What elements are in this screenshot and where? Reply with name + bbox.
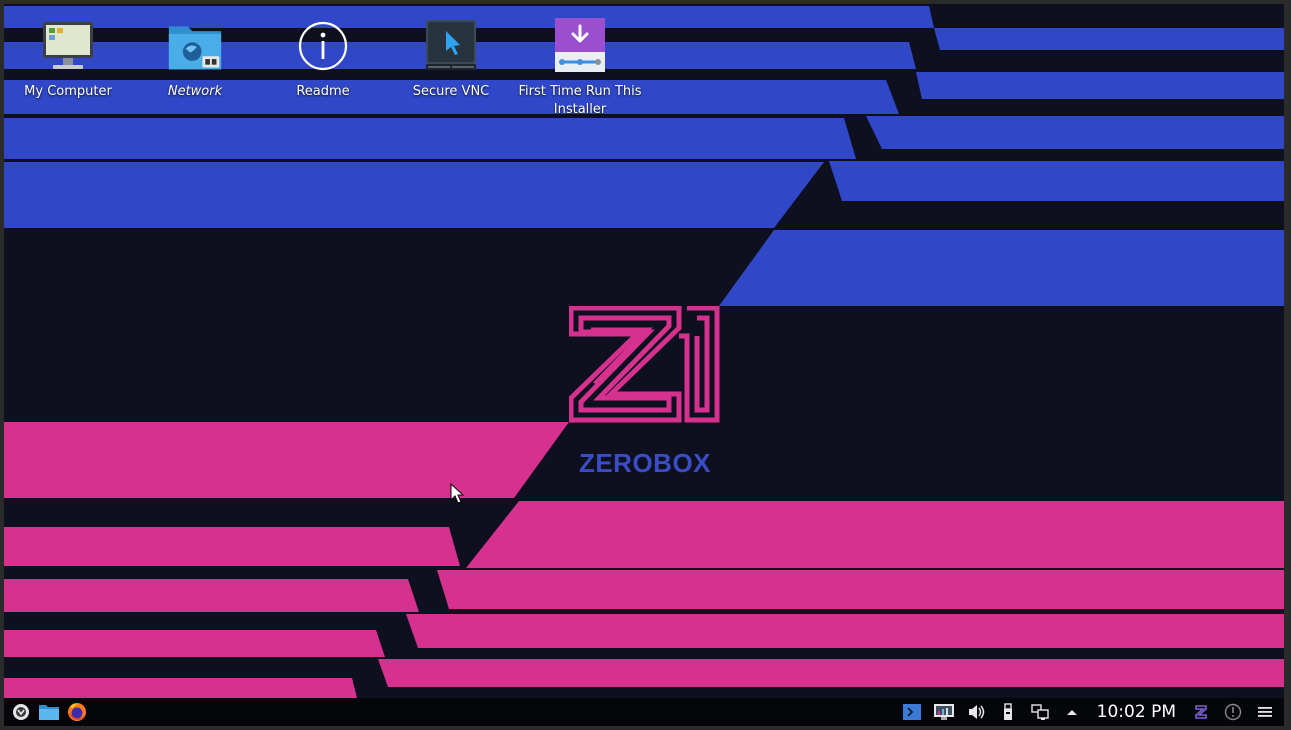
network-folder-icon xyxy=(167,18,223,74)
desktop-icon-label: Readme xyxy=(296,84,350,99)
network-icon[interactable] xyxy=(1029,701,1051,723)
desktop-icon-label: First Time Run This Installer xyxy=(518,84,642,117)
desktop-icon-label: Network xyxy=(167,84,223,99)
desktop-icon-label: My Computer xyxy=(24,84,112,99)
computer-icon xyxy=(40,18,96,74)
desktop-icon-installer[interactable]: First Time Run This Installer xyxy=(518,18,642,119)
firefox-icon[interactable] xyxy=(66,701,88,723)
zerobox-brand-text: ZEROBOX xyxy=(578,448,712,478)
terminal-icon[interactable] xyxy=(901,701,923,723)
desktop-icon-readme[interactable]: Readme xyxy=(261,18,385,101)
system-monitor-icon[interactable] xyxy=(933,701,955,723)
expand-tray-arrow-icon[interactable] xyxy=(1061,701,1083,723)
volume-icon[interactable] xyxy=(965,701,987,723)
desktop[interactable]: My Computer Network Readme Secure VNC Fi… xyxy=(4,4,1284,726)
notifications-icon[interactable] xyxy=(1222,701,1244,723)
menu-icon[interactable] xyxy=(1254,701,1276,723)
desktop-icon-secure-vnc[interactable]: Secure VNC xyxy=(389,18,513,101)
usb-device-icon[interactable] xyxy=(997,701,1019,723)
desktop-icon-label: Secure VNC xyxy=(412,84,490,99)
file-manager-icon[interactable] xyxy=(38,701,60,723)
desktop-icon-network[interactable]: Network xyxy=(133,18,257,101)
zerobox-icon[interactable] xyxy=(1190,701,1212,723)
application-launcher-icon[interactable] xyxy=(10,701,32,723)
clock[interactable]: 10:02 PM xyxy=(1097,702,1176,722)
vnc-icon xyxy=(423,18,479,74)
info-icon xyxy=(295,18,351,74)
installer-icon xyxy=(552,18,608,74)
mouse-cursor-icon xyxy=(450,483,464,504)
desktop-icon-my-computer[interactable]: My Computer xyxy=(6,18,130,101)
zerobox-logo xyxy=(569,306,720,423)
taskbar: 10:02 PM xyxy=(4,698,1284,726)
